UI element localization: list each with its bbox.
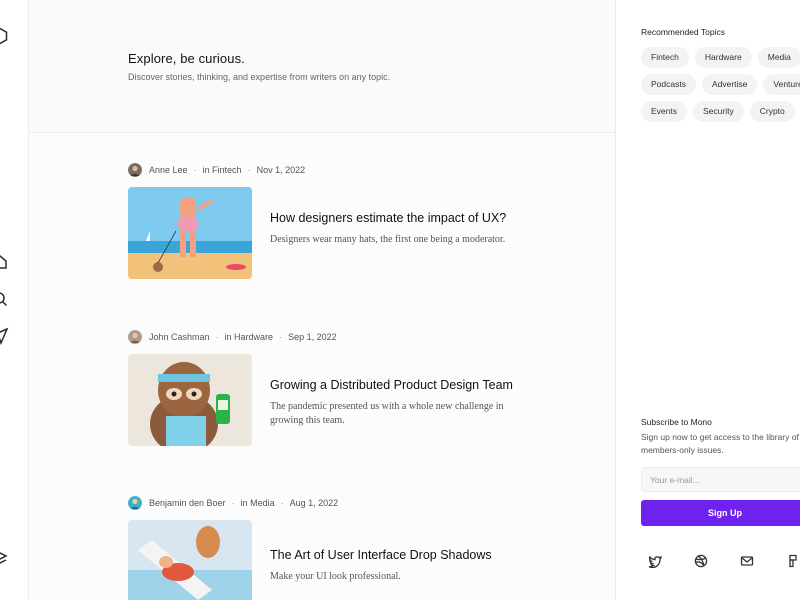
subscribe-text-line: Sign up now to get access to the library…: [641, 432, 799, 442]
email-field[interactable]: [641, 467, 800, 492]
subscribe-text-line: members-only issues.: [641, 445, 724, 455]
article-card[interactable]: Benjamin den Boer · in Media · Aug 1, 20…: [128, 496, 548, 600]
mail-icon[interactable]: [740, 554, 756, 570]
article-description: Designers wear many hats, the first one …: [270, 234, 506, 245]
article-title[interactable]: Growing a Distributed Product Design Tea…: [270, 378, 513, 392]
article-card[interactable]: John Cashman · in Hardware · Sep 1, 2022: [128, 330, 548, 450]
topic-chip[interactable]: Advertise: [701, 74, 758, 95]
article-meta: Anne Lee · in Fintech · Nov 1, 2022: [128, 163, 305, 177]
article-category[interactable]: in Media: [241, 498, 275, 508]
icon-rail: [0, 0, 29, 600]
dribbble-icon[interactable]: [694, 554, 710, 570]
meta-separator: ·: [247, 165, 251, 175]
home-icon[interactable]: [0, 253, 9, 271]
article-date: Nov 1, 2022: [256, 165, 306, 175]
article-category[interactable]: in Hardware: [225, 332, 274, 342]
article-thumbnail[interactable]: [128, 520, 252, 600]
article-thumbnail[interactable]: [128, 354, 252, 446]
sign-up-button[interactable]: Sign Up: [641, 500, 800, 526]
article-description: Make your UI look professional.: [270, 571, 401, 582]
author-name[interactable]: Anne Lee: [149, 165, 188, 175]
lounger-illustration: [128, 520, 252, 600]
recommended-topics-heading: Recommended Topics: [641, 27, 725, 37]
subscribe-description: Sign up now to get access to the library…: [641, 431, 800, 457]
stack-icon[interactable]: [0, 550, 9, 568]
article-title[interactable]: How designers estimate the impact of UX?: [270, 211, 506, 225]
article-meta: Benjamin den Boer · in Media · Aug 1, 20…: [128, 496, 338, 510]
page-subtitle: Discover stories, thinking, and expertis…: [128, 72, 391, 82]
hero-section: Explore, be curious. Discover stories, t…: [29, 0, 615, 133]
author-name[interactable]: Benjamin den Boer: [149, 498, 226, 508]
article-date: Aug 1, 2022: [289, 498, 339, 508]
main-column: Explore, be curious. Discover stories, t…: [29, 0, 616, 600]
send-icon[interactable]: [0, 327, 9, 346]
meta-separator: ·: [280, 498, 284, 508]
topic-chip[interactable]: Hardware: [694, 47, 752, 68]
article-title[interactable]: The Art of User Interface Drop Shadows: [270, 548, 492, 562]
beach-illustration: [128, 187, 252, 279]
meta-separator: ·: [193, 165, 197, 175]
subscribe-heading: Subscribe to Mono: [641, 417, 712, 427]
page-title: Explore, be curious.: [128, 51, 245, 66]
article-meta: John Cashman · in Hardware · Sep 1, 2022: [128, 330, 337, 344]
social-links: [641, 554, 800, 570]
topic-chip[interactable]: Security: [693, 101, 744, 122]
article-feed: Anne Lee · in Fintech · Nov 1, 2022 How …: [29, 134, 615, 600]
figma-icon[interactable]: [786, 554, 800, 570]
meta-separator: ·: [279, 332, 283, 342]
author-avatar[interactable]: [128, 330, 142, 344]
article-category[interactable]: in Fintech: [203, 165, 242, 175]
article-card[interactable]: Anne Lee · in Fintech · Nov 1, 2022 How …: [128, 163, 548, 283]
right-sidebar: Recommended Topics Fintech Hardware Medi…: [617, 0, 800, 600]
author-avatar[interactable]: [128, 163, 142, 177]
author-name[interactable]: John Cashman: [149, 332, 210, 342]
topic-row: Fintech Hardware Media: [641, 47, 800, 68]
topic-chip[interactable]: Venture: [763, 74, 800, 95]
article-thumbnail[interactable]: [128, 187, 252, 279]
meta-separator: ·: [215, 332, 219, 342]
logo-hexagon-icon[interactable]: [0, 27, 9, 45]
topic-row: Events Security Crypto: [641, 101, 795, 122]
topic-chip[interactable]: Fintech: [641, 47, 689, 68]
topic-chip[interactable]: Crypto: [749, 101, 795, 122]
meta-separator: ·: [231, 498, 235, 508]
topic-chip[interactable]: Media: [757, 47, 800, 68]
search-icon[interactable]: [0, 290, 9, 308]
article-date: Sep 1, 2022: [288, 332, 337, 342]
topic-chip[interactable]: Events: [641, 101, 687, 122]
topic-row: Podcasts Advertise Venture: [641, 74, 800, 95]
twitter-icon[interactable]: [648, 554, 664, 570]
sloth-illustration: [128, 354, 252, 446]
topic-chip[interactable]: Podcasts: [641, 74, 696, 95]
article-description: The pandemic presented us with a whole n…: [270, 401, 504, 426]
author-avatar[interactable]: [128, 496, 142, 510]
